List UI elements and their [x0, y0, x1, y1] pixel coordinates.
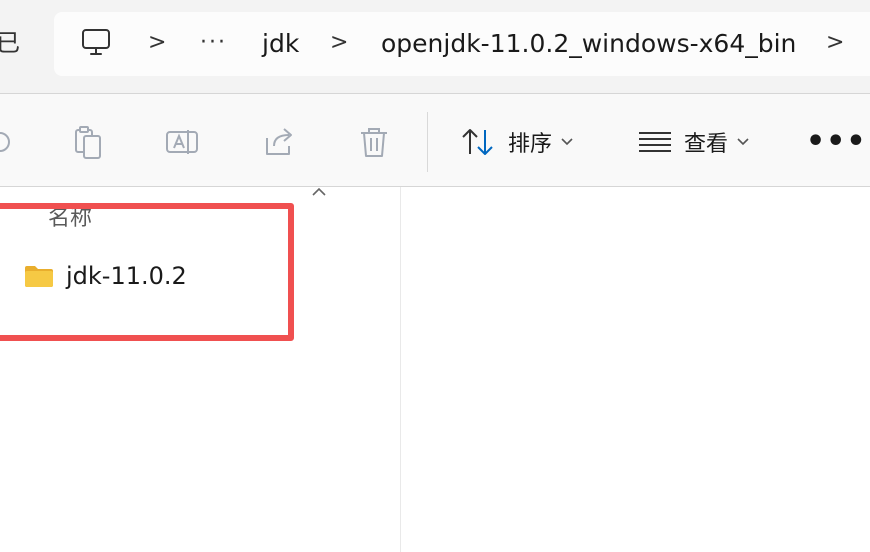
this-pc-icon[interactable] — [80, 26, 112, 58]
file-name: jdk-11.0.2 — [66, 262, 187, 290]
breadcrumb-jdk[interactable]: jdk — [262, 27, 299, 61]
breadcrumb-openjdk[interactable]: openjdk-11.0.2_windows-x64_bin — [381, 27, 796, 61]
breadcrumb-separator-icon[interactable]: > — [148, 28, 166, 58]
file-list-pane — [0, 187, 870, 552]
column-header-name[interactable]: 名称 — [48, 200, 92, 232]
folder-icon — [25, 266, 53, 287]
cut-icon[interactable] — [0, 124, 14, 160]
chevron-down-icon — [737, 138, 749, 146]
copy-icon[interactable] — [70, 124, 106, 160]
list-item[interactable]: jdk-11.0.2 — [24, 256, 284, 296]
sort-arrows-icon — [462, 129, 493, 155]
view-label: 查看 — [684, 132, 729, 157]
view-button[interactable]: 查看 — [638, 118, 750, 166]
column-divider[interactable] — [400, 187, 401, 552]
sort-button[interactable]: 排序 — [460, 118, 574, 166]
chevron-down-icon — [561, 138, 573, 146]
rename-icon[interactable] — [164, 124, 200, 160]
breadcrumb-overflow-button[interactable]: ··· — [200, 28, 227, 58]
share-icon[interactable] — [262, 124, 298, 160]
truncated-pane-text: 已 — [0, 29, 20, 57]
delete-icon[interactable] — [356, 124, 392, 160]
view-list-icon — [639, 132, 671, 152]
command-bar-divider — [427, 112, 428, 172]
breadcrumb-separator-icon[interactable]: > — [826, 28, 844, 58]
more-options-button[interactable]: ••• — [806, 127, 866, 158]
sort-label: 排序 — [508, 132, 553, 157]
breadcrumb-separator-icon[interactable]: > — [330, 28, 348, 58]
sort-ascending-caret-icon[interactable] — [311, 186, 327, 196]
